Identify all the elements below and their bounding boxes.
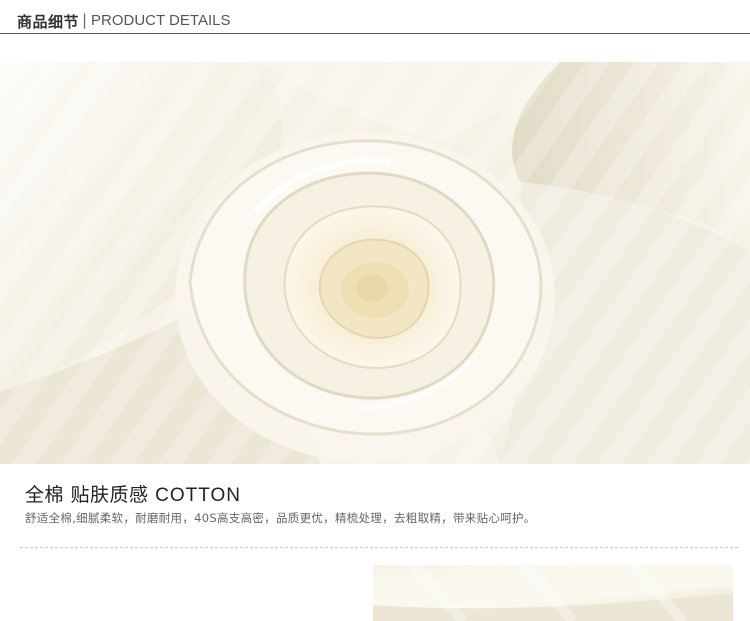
title-separator: | xyxy=(82,11,88,29)
feature-title-cn: 全棉 贴肤质感 xyxy=(25,484,149,506)
dashed-divider xyxy=(20,547,738,548)
fabric-swirl-photo xyxy=(0,62,750,464)
fabric-folds-illustration xyxy=(373,565,733,621)
section-title-cn: 商品细节 xyxy=(17,13,80,31)
fabric-swirl-illustration xyxy=(0,62,750,464)
feature-title: 全棉 贴肤质感 COTTON xyxy=(25,480,241,507)
feature-title-en: COTTON xyxy=(155,485,241,506)
section-title-en: PRODUCT DETAILS xyxy=(91,12,231,29)
feature-description: 舒适全棉,细腻柔软，耐磨耐用，40S高支高密，品质更优，精梳处理，去粗取精，带来… xyxy=(25,511,536,525)
fabric-folds-photo xyxy=(373,565,733,621)
section-header: 商品细节 | PRODUCT DETAILS xyxy=(0,0,750,34)
